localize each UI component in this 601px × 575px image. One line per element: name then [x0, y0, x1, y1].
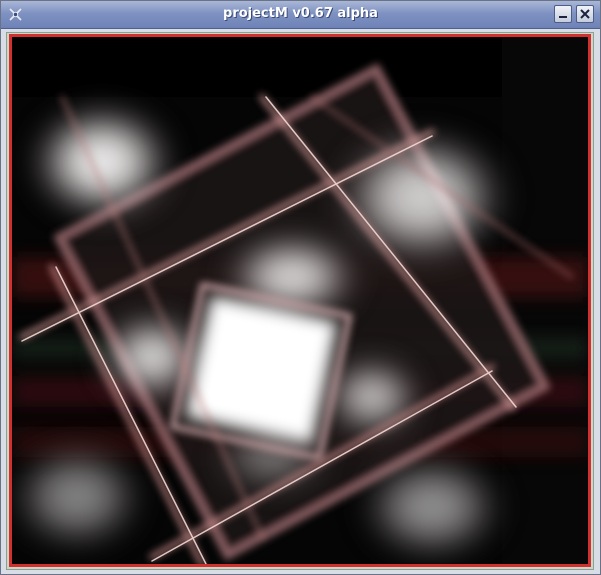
visualization-canvas[interactable]: [9, 34, 591, 567]
minimize-icon: [559, 16, 567, 18]
close-icon: [580, 9, 590, 19]
title-bar[interactable]: projectM v0.67 alpha: [1, 1, 600, 29]
visualization-graphic: [12, 37, 588, 564]
app-window: projectM v0.67 alpha: [0, 0, 601, 575]
minimize-button[interactable]: [554, 5, 572, 23]
window-title: projectM v0.67 alpha: [223, 6, 378, 21]
close-button[interactable]: [576, 5, 594, 23]
